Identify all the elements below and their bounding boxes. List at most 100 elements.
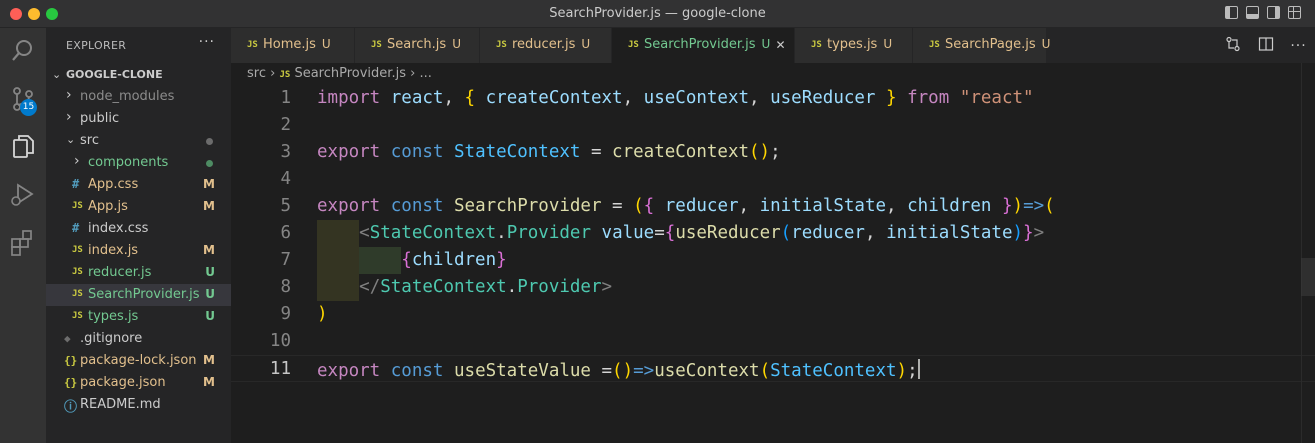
code-line[interactable]: 10 [231,328,1315,355]
run-debug-icon[interactable] [8,180,38,210]
explorer-icon[interactable] [8,132,38,162]
file-tree-item[interactable]: JS App.js M [46,196,231,218]
code-line[interactable]: 11 export const useStateValue =()=>useCon… [231,355,1315,382]
file-tree-item[interactable]: # index.css [46,218,231,240]
editor-tab[interactable]: JS SearchProvider.js U ✕ [612,28,795,63]
file-tree-item[interactable]: ◆ .gitignore [46,328,231,350]
breadcrumb-file[interactable]: SearchProvider.js [294,66,406,81]
chevron-right-icon: › [66,87,72,103]
code-text: import react, { createContext, useContex… [317,88,1034,108]
code-line[interactable]: 8 </StateContext.Provider> [231,274,1315,301]
file-tree-label: package.json [80,375,166,390]
tab-label: Search.js [387,37,447,52]
file-tree-label: index.js [88,243,139,258]
js-file-icon: JS [929,40,940,50]
code-line[interactable]: 2 [231,112,1315,139]
editor-tab[interactable]: JS Home.js U [231,28,355,63]
close-tab-icon[interactable]: ✕ [776,38,786,52]
editor-scrollbar[interactable] [1301,63,1315,443]
file-tree-item[interactable]: › components [46,152,231,174]
tab-bar: ··· JS Home.js U JS Search.js U JS reducer.js U J… [231,28,1315,63]
file-tree-item[interactable]: › node_modules [46,86,231,108]
text-cursor [917,359,920,379]
file-tree-label: README.md [80,397,161,412]
project-name: GOOGLE-CLONE [66,68,163,81]
tab-git-status: U [581,37,591,51]
project-root[interactable]: ⌄ GOOGLE-CLONE [46,64,231,86]
tab-git-status: U [761,37,771,51]
js-file-icon: JS [628,40,639,50]
file-tree-item[interactable]: › public [46,108,231,130]
more-actions-icon[interactable]: ··· [1290,38,1306,54]
file-tree-item[interactable]: JS reducer.js U [46,262,231,284]
json-file-icon: {} [64,376,78,389]
git-status-dot [206,160,213,167]
file-tree-label: index.css [88,221,149,236]
js-file-icon: JS [72,311,83,321]
file-tree-label: public [80,111,120,126]
info-file-icon: ⓘ [64,400,78,415]
js-file-icon: JS [279,70,291,80]
tab-label: SearchPage.js [945,37,1036,52]
breadcrumb-folder[interactable]: src [247,66,266,81]
file-tree-item[interactable]: JS index.js M [46,240,231,262]
toggle-primary-sidebar-icon[interactable] [1225,6,1238,19]
toggle-secondary-sidebar-icon[interactable] [1267,6,1280,19]
css-file-icon: # [72,177,80,191]
scrollbar-thumb[interactable] [1301,258,1315,296]
line-number: 7 [280,250,291,270]
file-tree-item[interactable]: JS types.js U [46,306,231,328]
line-number: 1 [280,88,291,108]
explorer-more-actions-button[interactable]: ··· [199,34,215,50]
chevron-right-icon: › [66,109,72,125]
chevron-down-icon: ⌄ [66,133,76,146]
customize-layout-icon[interactable] [1288,6,1301,19]
code-line[interactable]: 6 <StateContext.Provider value={useReduc… [231,220,1315,247]
git-status-badge: M [203,243,215,257]
code-line[interactable]: 9) [231,301,1315,328]
toggle-panel-icon[interactable] [1246,6,1259,19]
breadcrumb-symbol[interactable]: ... [419,66,431,81]
code-line[interactable]: 4 [231,166,1315,193]
tab-git-status: U [883,37,893,51]
split-editor-icon[interactable] [1258,36,1274,56]
file-tree-item[interactable]: ⓘ README.md [46,394,231,416]
breadcrumb[interactable]: src › JS SearchProvider.js › ... [247,66,432,81]
code-line[interactable]: 7 {children} [231,247,1315,274]
git-status-badge: U [205,265,215,279]
chevron-down-icon: ⌄ [52,68,62,81]
file-tree-item[interactable]: ⌄ src [46,130,231,152]
js-file-icon: JS [72,245,83,255]
file-tree-label: node_modules [80,89,175,104]
git-status-badge: M [203,353,215,367]
js-file-icon: JS [72,201,83,211]
code-text: export const SearchProvider = ({ reducer… [317,196,1055,216]
tab-label: types.js [827,37,878,52]
line-number: 5 [280,196,291,216]
file-tree-item[interactable]: {} package.json M [46,372,231,394]
search-icon[interactable] [8,36,38,66]
file-tree-item[interactable]: # App.css M [46,174,231,196]
explorer-title: EXPLORER [66,39,127,52]
code-line[interactable]: 3 export const StateContext = createConte… [231,139,1315,166]
file-tree-label: reducer.js [88,265,152,280]
open-changes-icon[interactable] [1225,36,1241,56]
editor-tab[interactable]: JS reducer.js U [480,28,612,63]
line-number: 9 [280,304,291,324]
editor-tab[interactable]: JS Search.js U [355,28,480,63]
code-line[interactable]: 1 import react, { createContext, useConte… [231,85,1315,112]
explorer-sidebar: EXPLORER ··· ⌄ GOOGLE-CLONE › node_module… [46,28,231,443]
git-status-badge: M [203,177,215,191]
file-tree-item[interactable]: {} package-lock.json M [46,350,231,372]
editor-tab[interactable]: JS SearchPage.js U [913,28,1050,63]
editor-tab[interactable]: JS types.js U [795,28,913,63]
extensions-icon[interactable] [8,228,38,258]
code-line[interactable]: 5 export const SearchProvider = ({ reduce… [231,193,1315,220]
code-text: </StateContext.Provider> [359,277,613,297]
file-tree-label: src [80,133,99,148]
css-file-icon: # [72,221,80,235]
file-tree-label: package-lock.json [80,353,197,368]
js-file-icon: JS [371,40,382,50]
js-file-icon: JS [496,40,507,50]
file-tree-item[interactable]: JS SearchProvider.js U [46,284,231,306]
